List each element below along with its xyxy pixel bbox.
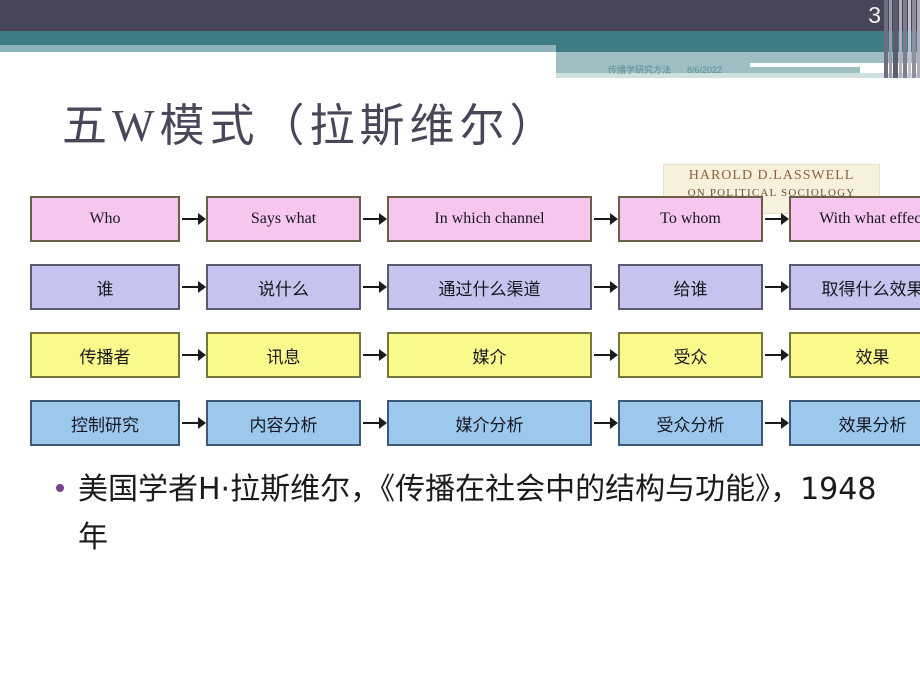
- flow-arrow-icon: [763, 332, 789, 378]
- arrow-head: [198, 349, 206, 361]
- page-title: 五W模式（拉斯维尔）: [62, 101, 560, 151]
- arrow-shaft: [594, 286, 611, 288]
- flow-arrow-icon: [592, 332, 618, 378]
- arrow-shaft: [182, 422, 199, 424]
- diagram-box: 说什么: [206, 264, 361, 310]
- chinese-question-row: 谁说什么 通过什么渠道 给谁 取得什么效果: [30, 264, 920, 310]
- arrow-shaft: [182, 218, 199, 220]
- footer-date: 8/6/2022: [686, 65, 723, 75]
- header-stripe: [893, 0, 898, 78]
- diagram-box: 受众分析: [618, 400, 763, 446]
- diagram-box: 媒介: [387, 332, 592, 378]
- header-white-notch: [0, 52, 556, 92]
- flow-arrow-icon: [180, 400, 206, 446]
- header-band-teal-right: [556, 31, 920, 52]
- arrow-shaft: [765, 218, 782, 220]
- diagram-box: With what effect: [789, 196, 920, 242]
- research-area-row: 控制研究 内容分析 媒介分析 受众分析 效果分析: [30, 400, 920, 446]
- flow-arrow-icon: [180, 196, 206, 242]
- arrow-head: [379, 417, 387, 429]
- flow-arrow-icon: [763, 196, 789, 242]
- slide-number: 3: [868, 2, 881, 28]
- diagram-box: Says what: [206, 196, 361, 242]
- arrow-shaft: [594, 422, 611, 424]
- diagram-box: 谁: [30, 264, 180, 310]
- flow-arrow-icon: [592, 400, 618, 446]
- arrow-head: [198, 417, 206, 429]
- flow-arrow-icon: [592, 196, 618, 242]
- arrow-head: [610, 349, 618, 361]
- bullet-list: 美国学者H·拉斯维尔，《传播在社会中的结构与功能》，1948年: [56, 466, 886, 562]
- diagram-box: 通过什么渠道: [387, 264, 592, 310]
- header-stripe: [899, 0, 902, 78]
- arrow-shaft: [363, 354, 380, 356]
- arrow-shaft: [182, 286, 199, 288]
- header-band-mid-right: [556, 52, 920, 63]
- arrow-head: [781, 213, 789, 225]
- flow-arrow-icon: [361, 196, 387, 242]
- flow-arrow-icon: [361, 400, 387, 446]
- flow-arrow-icon: [361, 332, 387, 378]
- bullet-dot-icon: [56, 484, 64, 492]
- header-stripe: [889, 0, 892, 78]
- flow-arrow-icon: [180, 332, 206, 378]
- diagram-box: 媒介分析: [387, 400, 592, 446]
- arrow-shaft: [765, 354, 782, 356]
- arrow-shaft: [363, 286, 380, 288]
- flow-arrow-icon: [361, 264, 387, 310]
- arrow-shaft: [363, 218, 380, 220]
- arrow-head: [379, 349, 387, 361]
- arrow-shaft: [594, 354, 611, 356]
- arrow-head: [379, 281, 387, 293]
- arrow-head: [781, 349, 789, 361]
- footer-meta: 传播学研究方法 8/6/2022: [560, 63, 770, 76]
- diagram-box: In which channel: [387, 196, 592, 242]
- diagram-box: 控制研究: [30, 400, 180, 446]
- diagram-box: Who: [30, 196, 180, 242]
- header-stripe: [912, 0, 916, 78]
- arrow-head: [198, 281, 206, 293]
- english-question-row: Who Says what In which channel To whom With …: [30, 196, 920, 242]
- diagram-box: 传播者: [30, 332, 180, 378]
- flow-arrow-icon: [592, 264, 618, 310]
- header-stripe: [908, 0, 911, 78]
- diagram-box: 给谁: [618, 264, 763, 310]
- header-stripe: [903, 0, 907, 78]
- book-author-line: HAROLD D.LASSWELL: [688, 168, 855, 183]
- arrow-shaft: [363, 422, 380, 424]
- bullet-text: 美国学者H·拉斯维尔，《传播在社会中的结构与功能》，1948年: [78, 472, 877, 555]
- arrow-shaft: [765, 422, 782, 424]
- header-band-dark: [0, 0, 920, 31]
- diagram-box: 效果: [789, 332, 920, 378]
- header-vertical-stripes: [884, 0, 920, 78]
- arrow-head: [610, 213, 618, 225]
- arrow-head: [610, 281, 618, 293]
- flow-arrow-icon: [180, 264, 206, 310]
- diagram-box: To whom: [618, 196, 763, 242]
- arrow-head: [781, 281, 789, 293]
- arrow-head: [610, 417, 618, 429]
- element-row: 传播者 讯息 媒介 受众 效果: [30, 332, 920, 378]
- diagram-box: 讯息: [206, 332, 361, 378]
- arrow-head: [198, 213, 206, 225]
- flow-arrow-icon: [763, 264, 789, 310]
- arrow-shaft: [765, 286, 782, 288]
- arrow-shaft: [594, 218, 611, 220]
- arrow-shaft: [182, 354, 199, 356]
- arrow-head: [781, 417, 789, 429]
- footer-label: 传播学研究方法: [607, 65, 671, 75]
- diagram-box: 取得什么效果: [789, 264, 920, 310]
- diagram-box: 内容分析: [206, 400, 361, 446]
- slide-header: [0, 0, 920, 92]
- flow-arrow-icon: [763, 400, 789, 446]
- lasswell-five-w-diagram: Who Says what In which channel To whom With …: [30, 196, 920, 458]
- arrow-head: [379, 213, 387, 225]
- diagram-box: 效果分析: [789, 400, 920, 446]
- bullet-item: 美国学者H·拉斯维尔，《传播在社会中的结构与功能》，1948年: [56, 466, 886, 562]
- header-stripe: [884, 0, 888, 78]
- diagram-box: 受众: [618, 332, 763, 378]
